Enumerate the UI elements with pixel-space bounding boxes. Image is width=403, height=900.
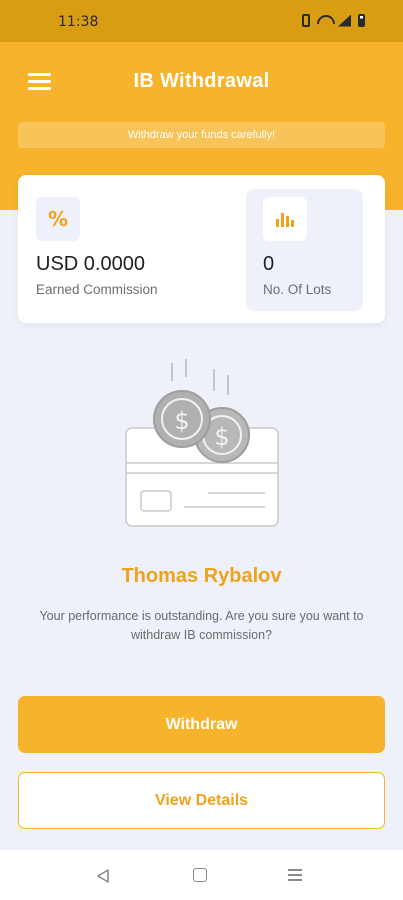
home-icon[interactable] (193, 868, 207, 882)
vibrate-icon (302, 14, 310, 27)
lots-label: No. Of Lots (263, 282, 332, 297)
recent-apps-icon[interactable] (288, 868, 302, 882)
stats-card: % USD 0.0000 Earned Commission 0 No. Of … (18, 175, 385, 323)
confirmation-message: Your performance is outstanding. Are you… (39, 609, 364, 642)
notice-banner: Withdraw your funds carefully! (18, 122, 385, 148)
status-bar: 11:38 (0, 0, 403, 42)
lots-stat: 0 No. Of Lots (246, 189, 363, 311)
wifi-icon (317, 15, 331, 27)
svg-text:$: $ (214, 423, 229, 451)
page-title: IB Withdrawal (133, 70, 270, 92)
signal-icon (338, 14, 351, 27)
withdraw-button[interactable]: Withdraw (18, 696, 385, 753)
earned-commission-stat: % USD 0.0000 Earned Commission (18, 175, 238, 323)
svg-text:$: $ (174, 407, 189, 435)
view-details-button[interactable]: View Details (18, 772, 385, 829)
user-name: Thomas Rybalov (121, 565, 282, 587)
lots-value: 0 (263, 253, 275, 275)
status-time: 11:38 (58, 14, 99, 30)
back-icon[interactable] (96, 868, 110, 883)
percent-icon: % (36, 197, 80, 241)
bar-chart-icon (263, 197, 307, 241)
system-nav-bar (0, 850, 403, 900)
wallet-coins-illustration: $ $ (120, 355, 290, 535)
commission-label: Earned Commission (36, 282, 158, 297)
battery-icon (358, 14, 365, 27)
status-icons (302, 14, 365, 27)
commission-value: USD 0.0000 (36, 253, 145, 275)
